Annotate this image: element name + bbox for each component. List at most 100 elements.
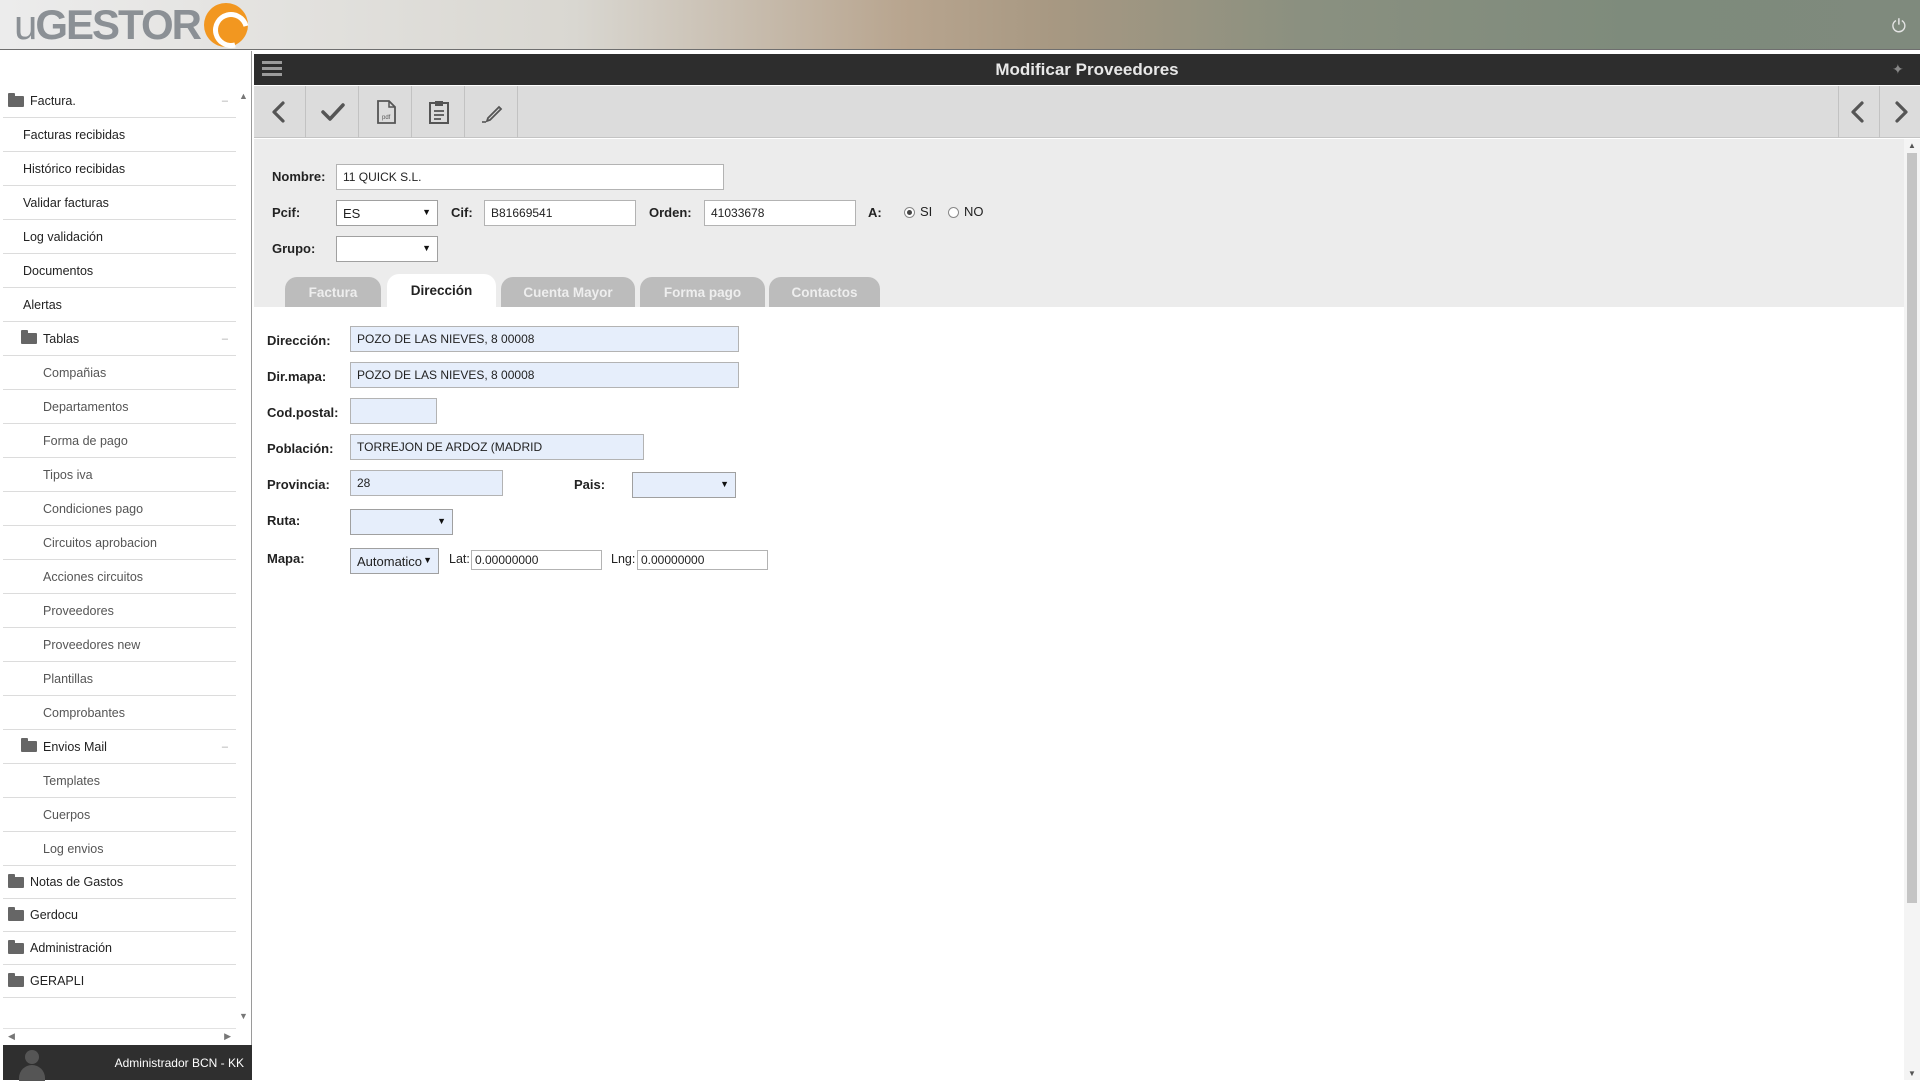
sidebar-scroll-up-icon[interactable]: ▲ bbox=[239, 91, 248, 101]
sidebar-item[interactable]: Acciones circuitos bbox=[3, 560, 236, 594]
sidebar-item[interactable]: Templates bbox=[3, 764, 236, 798]
si-radio[interactable] bbox=[904, 207, 915, 218]
sidebar-item-label: Administración bbox=[30, 941, 112, 955]
tab-direccion[interactable]: Dirección bbox=[387, 274, 496, 307]
nombre-field[interactable]: 11 QUICK S.L. bbox=[336, 164, 724, 190]
settings-icon[interactable]: ✦ bbox=[1892, 61, 1908, 77]
clipboard-button[interactable] bbox=[413, 86, 465, 138]
sidebar-scroll-down-icon[interactable]: ▼ bbox=[239, 1011, 248, 1021]
main-vertical-scrollbar[interactable]: ▲ ▼ bbox=[1904, 139, 1920, 1080]
no-radio[interactable] bbox=[948, 207, 959, 218]
scroll-right-icon[interactable]: ▶ bbox=[224, 1031, 231, 1042]
pcif-label: Pcif: bbox=[272, 205, 301, 220]
pdf-button[interactable]: pdf bbox=[360, 86, 412, 138]
sidebar-item[interactable]: Departamentos bbox=[3, 390, 236, 424]
sidebar-item[interactable]: Histórico recibidas bbox=[3, 152, 236, 186]
provincia-label: Provincia: bbox=[267, 477, 330, 492]
scroll-down-icon[interactable]: ▼ bbox=[1908, 1069, 1916, 1078]
form-header-section: Nombre: 11 QUICK S.L. Pcif: ES Cif: B816… bbox=[254, 139, 1904, 307]
grupo-select[interactable] bbox=[336, 236, 438, 262]
top-banner: uGESTOR ⏻ bbox=[0, 0, 1920, 50]
sidebar-item[interactable]: Forma de pago bbox=[3, 424, 236, 458]
sidebar-item-label: Compañias bbox=[43, 365, 107, 380]
back-button[interactable] bbox=[254, 86, 306, 138]
user-bar[interactable]: Administrador BCN - KK bbox=[3, 1045, 252, 1081]
tab-cuenta-mayor[interactable]: Cuenta Mayor bbox=[501, 277, 635, 307]
mapa-select[interactable]: Automatico bbox=[350, 548, 439, 574]
dirmapa-field[interactable]: POZO DE LAS NIEVES, 8 00008 bbox=[350, 362, 739, 388]
poblacion-label: Población: bbox=[267, 441, 334, 456]
sidebar-item[interactable]: Plantillas bbox=[3, 662, 236, 696]
a-label: A: bbox=[868, 205, 882, 220]
sidebar-item[interactable]: Log envios bbox=[3, 832, 236, 866]
sidebar-item-label: Documentos bbox=[23, 263, 94, 278]
codpostal-field[interactable] bbox=[350, 398, 437, 424]
direccion-field[interactable]: POZO DE LAS NIEVES, 8 00008 bbox=[350, 326, 739, 352]
sidebar-item[interactable]: Comprobantes bbox=[3, 696, 236, 730]
mapa-label: Mapa: bbox=[267, 551, 305, 566]
pais-label: Pais: bbox=[574, 477, 606, 492]
sidebar-item-label: Notas de Gastos bbox=[30, 875, 124, 889]
power-icon[interactable]: ⏻ bbox=[1892, 16, 1906, 37]
user-name: Administrador BCN - KK bbox=[114, 1055, 244, 1070]
sidebar-item[interactable]: Proveedores new bbox=[3, 628, 236, 662]
lat-field[interactable]: 0.00000000 bbox=[471, 550, 602, 570]
sidebar-item[interactable]: Administración bbox=[3, 932, 236, 965]
cif-field[interactable]: B81669541 bbox=[484, 200, 636, 226]
previous-record-button[interactable] bbox=[1838, 86, 1878, 138]
sidebar-item[interactable]: GERAPLI bbox=[3, 965, 236, 998]
pcif-select[interactable]: ES bbox=[336, 200, 438, 226]
collapse-icon[interactable]: – bbox=[222, 741, 228, 753]
avatar bbox=[17, 1048, 47, 1081]
poblacion-field[interactable]: TORREJON DE ARDOZ (MADRID bbox=[350, 434, 644, 460]
sidebar-item[interactable]: Gerdocu bbox=[3, 899, 236, 932]
sidebar-item-label: Forma de pago bbox=[43, 433, 128, 448]
collapse-icon[interactable]: – bbox=[222, 95, 228, 107]
orden-label: Orden: bbox=[649, 205, 692, 220]
sidebar-item[interactable]: Condiciones pago bbox=[3, 492, 236, 526]
orden-field[interactable]: 41033678 bbox=[704, 200, 856, 226]
sidebar-item[interactable]: Facturas recibidas bbox=[3, 118, 236, 152]
sidebar-item[interactable]: Tablas – bbox=[3, 322, 236, 356]
sidebar-item[interactable]: Tipos iva bbox=[3, 458, 236, 492]
sidebar-item[interactable]: Cuerpos bbox=[3, 798, 236, 832]
tab-contactos[interactable]: Contactos bbox=[769, 277, 880, 307]
lng-field[interactable]: 0.00000000 bbox=[637, 550, 768, 570]
sidebar: ▲ Factura. – Facturas recibidas Histórico r… bbox=[0, 51, 252, 1080]
sidebar-horizontal-scrollbar[interactable]: ◀ ▶ bbox=[3, 1028, 236, 1044]
sidebar-item[interactable]: Envios Mail – bbox=[3, 730, 236, 764]
sidebar-item-label: Histórico recibidas bbox=[23, 161, 126, 176]
tab-factura[interactable]: Factura bbox=[285, 277, 381, 307]
main-header: Modificar Proveedores ✦ bbox=[254, 54, 1920, 85]
tab-forma-pago[interactable]: Forma pago bbox=[640, 277, 765, 307]
ruta-select[interactable] bbox=[350, 509, 453, 535]
provincia-field[interactable]: 28 bbox=[350, 470, 503, 496]
save-button[interactable] bbox=[307, 86, 359, 138]
sidebar-item-label: Log validación bbox=[23, 229, 103, 244]
sidebar-item-label: Gerdocu bbox=[30, 908, 78, 922]
sidebar-item[interactable]: Alertas bbox=[3, 288, 236, 322]
sidebar-item[interactable]: Log validación bbox=[3, 220, 236, 254]
toolbar: pdf bbox=[254, 86, 1920, 138]
sidebar-item[interactable]: Notas de Gastos bbox=[3, 866, 236, 899]
collapse-icon[interactable]: – bbox=[222, 333, 228, 345]
next-record-button[interactable] bbox=[1879, 86, 1919, 138]
sidebar-item-label: Tipos iva bbox=[43, 467, 93, 482]
scrollbar-thumb[interactable] bbox=[1907, 153, 1917, 903]
pais-select[interactable] bbox=[632, 472, 736, 498]
sidebar-item[interactable]: Circuitos aprobacion bbox=[3, 526, 236, 560]
sidebar-item[interactable]: Compañias bbox=[3, 356, 236, 390]
sidebar-item[interactable]: Proveedores bbox=[3, 594, 236, 628]
folder-icon bbox=[8, 972, 24, 987]
direccion-label: Dirección: bbox=[267, 333, 331, 348]
scroll-up-icon[interactable]: ▲ bbox=[1908, 141, 1916, 150]
ruta-label: Ruta: bbox=[267, 513, 301, 528]
sidebar-item[interactable]: Documentos bbox=[3, 254, 236, 288]
scroll-left-icon[interactable]: ◀ bbox=[8, 1031, 15, 1042]
clipboard-icon bbox=[428, 101, 449, 124]
sidebar-item-label: Facturas recibidas bbox=[23, 127, 126, 142]
edit-button[interactable] bbox=[466, 86, 518, 138]
sidebar-item[interactable]: Factura. – bbox=[3, 85, 236, 118]
sidebar-item-label: Alertas bbox=[23, 297, 62, 312]
sidebar-item[interactable]: Validar facturas bbox=[3, 186, 236, 220]
